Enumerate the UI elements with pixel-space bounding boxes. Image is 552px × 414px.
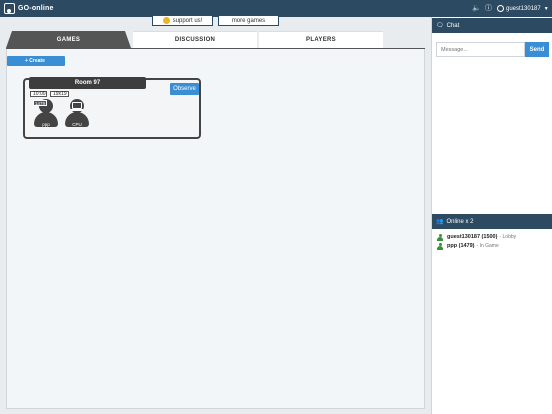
room-card[interactable]: Room 97 10:00 19x19 Observe 1479 ppp CPU — [23, 77, 201, 139]
chevron-down-icon: ▼ — [543, 5, 549, 12]
online-panel: 👥 Online x 2 guest130187 (1500) - Lobby … — [431, 214, 552, 414]
volume-icon[interactable]: 🔈 — [471, 3, 482, 14]
coin-icon — [162, 17, 170, 24]
chat-icon: 🗨 — [436, 23, 444, 29]
user-menu[interactable]: guest130187 ▼ — [497, 3, 549, 14]
player-rating: 1479 — [33, 100, 48, 106]
go-board-icon — [4, 3, 15, 14]
tab-games[interactable]: GAMES — [6, 31, 131, 48]
online-header: 👥 Online x 2 — [432, 214, 552, 229]
user-icon — [437, 242, 443, 250]
online-user-row[interactable]: ppp (1479) - In Game — [437, 242, 499, 250]
online-status: - In Game — [476, 243, 499, 249]
cpu-avatar: CPU — [63, 99, 91, 129]
observe-button[interactable]: Observe — [170, 83, 199, 95]
tab-discussion[interactable]: DISCUSSION — [133, 31, 257, 48]
send-button[interactable]: Send — [525, 42, 549, 57]
top-navbar: GO-online 🔈 ⓘ guest130187 ▼ — [0, 0, 552, 17]
more-games-button[interactable]: more games — [218, 16, 279, 26]
online-status: - Lobby — [499, 234, 517, 240]
online-title: Online x 2 — [446, 218, 474, 225]
chat-header: 🗨 Chat — [432, 18, 552, 33]
main-tabs: GAMES DISCUSSION PLAYERS — [6, 31, 425, 50]
users-icon: 👥 — [436, 219, 444, 225]
user-icon — [437, 233, 443, 241]
time-control-tag: 10:00 — [30, 91, 47, 97]
user-icon — [497, 5, 504, 12]
chat-panel: 🗨 Chat Send — [431, 17, 552, 214]
games-panel: + Create Room 97 10:00 19x19 Observe 147… — [6, 49, 425, 409]
tab-players[interactable]: PLAYERS — [259, 31, 383, 48]
app-title: GO-online — [18, 5, 54, 12]
create-game-button[interactable]: + Create — [7, 56, 65, 66]
room-title: Room 97 — [29, 77, 146, 89]
info-icon[interactable]: ⓘ — [483, 3, 494, 14]
online-username: guest130187 (1500) — [447, 234, 498, 240]
player-avatar: 1479 ppp — [32, 99, 60, 129]
support-us-button[interactable]: support us! — [152, 16, 213, 26]
more-games-label: more games — [231, 17, 266, 24]
board-size-tag: 19x19 — [50, 91, 69, 97]
app-logo[interactable]: GO-online — [4, 2, 54, 15]
player-name: ppp — [42, 122, 50, 127]
chat-title: Chat — [446, 22, 460, 29]
online-user-row[interactable]: guest130187 (1500) - Lobby — [437, 233, 516, 241]
online-username: ppp (1479) — [447, 243, 475, 249]
support-us-label: support us! — [172, 17, 203, 24]
username: guest130187 — [506, 5, 541, 12]
chat-message-input[interactable] — [436, 42, 525, 57]
player-name: CPU — [72, 122, 82, 127]
